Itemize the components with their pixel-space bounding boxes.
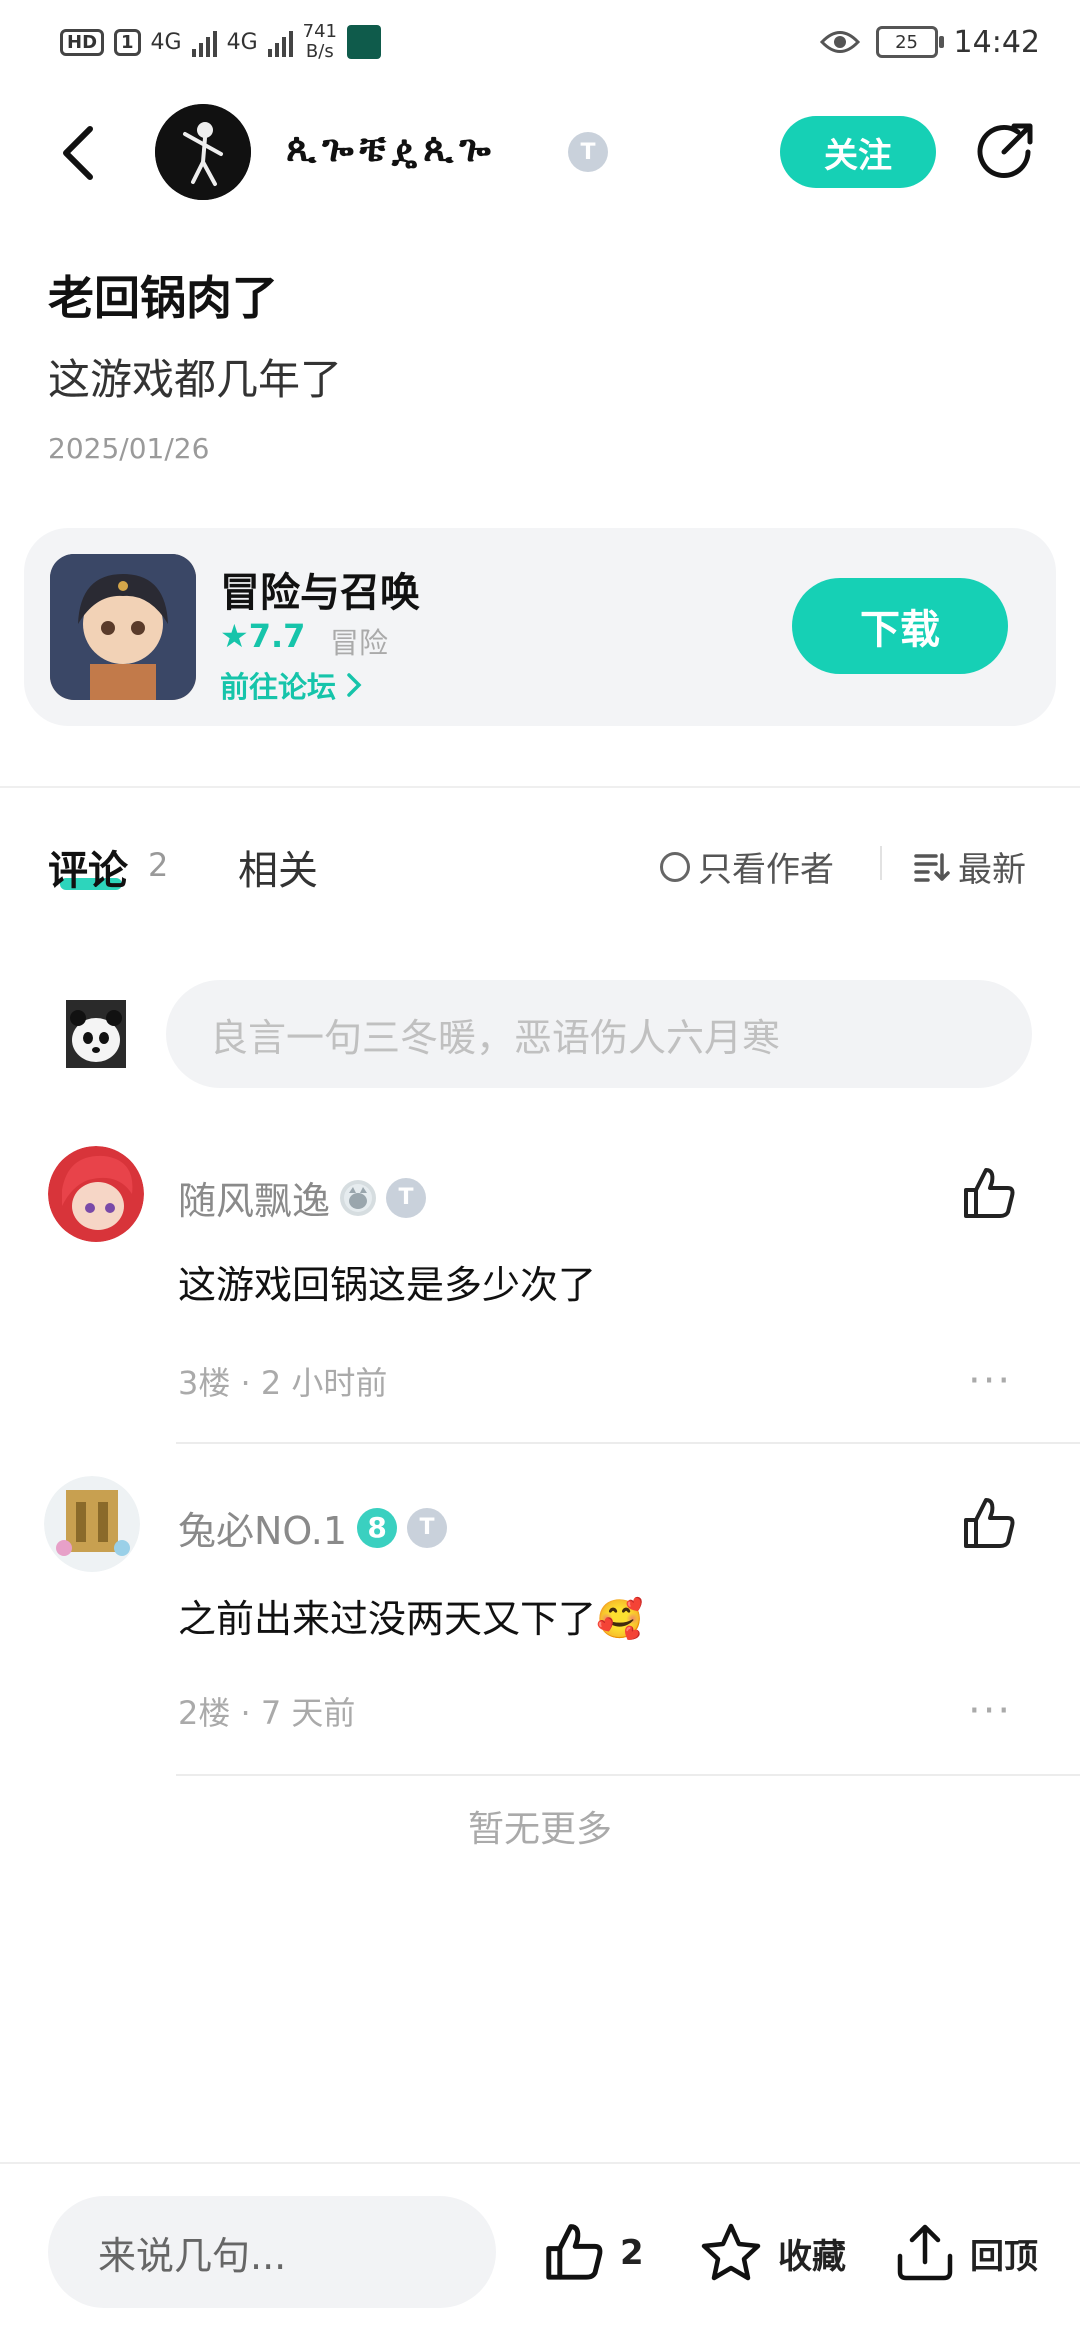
sim-indicator: 1 bbox=[114, 28, 141, 56]
forum-link[interactable]: 前往论坛 bbox=[220, 664, 362, 706]
status-right: 25 14:42 bbox=[819, 20, 1040, 64]
post-like-button[interactable]: 2 bbox=[540, 2218, 644, 2288]
game-icon[interactable] bbox=[50, 554, 196, 700]
commenter-name-row: 兔必NO.1 8 T bbox=[178, 1500, 448, 1555]
panda-avatar-image bbox=[66, 1000, 126, 1068]
author-avatar[interactable] bbox=[155, 104, 251, 200]
battery-level: 25 bbox=[895, 31, 918, 53]
comment-divider bbox=[176, 1774, 1080, 1776]
thumbs-up-icon bbox=[964, 1498, 1015, 1548]
signal-icon-2 bbox=[267, 27, 293, 57]
author-only-toggle[interactable]: 只看作者 bbox=[660, 842, 834, 891]
level-badge: T bbox=[386, 1177, 427, 1218]
collect-label: 收藏 bbox=[778, 2236, 846, 2277]
follow-button[interactable]: 关注 bbox=[780, 116, 936, 188]
network-speed: 741 B/s bbox=[303, 22, 337, 62]
post-date: 2025/01/26 bbox=[48, 432, 210, 465]
speed-value: 741 bbox=[302, 21, 337, 42]
like-button[interactable] bbox=[958, 1494, 1018, 1554]
commenter-avatar[interactable] bbox=[48, 1146, 144, 1242]
upload-arrow-icon bbox=[897, 2224, 953, 2281]
like-count: 2 bbox=[620, 2233, 644, 2273]
star-icon bbox=[701, 2223, 761, 2281]
sort-icon bbox=[914, 852, 950, 882]
thumbs-up-icon bbox=[546, 2224, 603, 2280]
clock: 14:42 bbox=[953, 24, 1040, 60]
game-name[interactable]: 冒险与召唤 bbox=[220, 560, 420, 618]
app-notification-icon bbox=[347, 25, 381, 59]
comment-meta: 2楼 · 7 天前 bbox=[178, 1694, 356, 1732]
status-left: HD 1 4G 4G 741 B/s bbox=[60, 20, 381, 64]
share-button[interactable] bbox=[968, 116, 1040, 188]
red-hair-avatar-image bbox=[48, 1146, 144, 1242]
more-options-button[interactable]: ··· bbox=[968, 1358, 1012, 1404]
collect-button[interactable]: 收藏 bbox=[698, 2218, 846, 2288]
game-character-icon bbox=[50, 554, 196, 700]
chevron-right-icon bbox=[347, 673, 362, 697]
wolf-icon bbox=[344, 1183, 373, 1212]
commenter-name-row: 随风飘逸 T bbox=[178, 1170, 427, 1225]
radio-icon bbox=[660, 851, 690, 882]
eye-icon bbox=[819, 31, 860, 53]
commenter-name[interactable]: 兔必NO.1 bbox=[178, 1500, 347, 1555]
bottom-bar-divider bbox=[0, 2162, 1080, 2164]
post-body: 这游戏都几年了 bbox=[48, 355, 343, 404]
author-level-badge: T bbox=[568, 132, 608, 172]
thumbs-up-icon bbox=[964, 1168, 1015, 1218]
download-button[interactable]: 下载 bbox=[792, 578, 1008, 674]
status-bar: HD 1 4G 4G 741 B/s 25 14:42 bbox=[0, 0, 1080, 84]
game-rating: ★7.7 bbox=[220, 617, 306, 655]
my-avatar[interactable] bbox=[66, 1000, 126, 1068]
back-arrow-icon bbox=[63, 126, 93, 180]
hd-indicator: HD bbox=[60, 28, 105, 56]
commenter-avatar[interactable] bbox=[44, 1476, 140, 1572]
tab-comments[interactable]: 评论 bbox=[48, 838, 128, 896]
signal-icon bbox=[191, 27, 217, 57]
section-divider bbox=[0, 786, 1080, 788]
comment-divider bbox=[176, 1442, 1080, 1444]
back-button[interactable] bbox=[52, 118, 102, 188]
comment-input[interactable]: 良言一句三冬暖，恶语伤人六月寒 bbox=[166, 980, 1032, 1088]
tab-related[interactable]: 相关 bbox=[238, 838, 318, 896]
like-button[interactable] bbox=[958, 1164, 1018, 1224]
level-badge: T bbox=[407, 1507, 448, 1548]
network-type-2: 4G bbox=[226, 29, 258, 55]
wolf-badge-icon bbox=[340, 1179, 377, 1216]
post-title: 老回锅肉了 bbox=[48, 271, 278, 325]
reply-input[interactable]: 来说几句... bbox=[48, 2196, 496, 2308]
comment-text: 之前出来过没两天又下了🥰 bbox=[178, 1597, 644, 1641]
forum-link-label: 前往论坛 bbox=[220, 670, 337, 704]
sort-label: 最新 bbox=[958, 850, 1026, 890]
author-only-label: 只看作者 bbox=[698, 850, 834, 890]
back-to-top-label: 回顶 bbox=[970, 2236, 1038, 2277]
skeleton-avatar-image bbox=[155, 104, 251, 200]
more-options-button[interactable]: ··· bbox=[968, 1688, 1012, 1734]
network-type-1: 4G bbox=[150, 29, 182, 55]
comments-count: 2 bbox=[148, 846, 169, 884]
comment-text: 这游戏回锅这是多少次了 bbox=[178, 1263, 597, 1307]
tab-separator bbox=[880, 846, 882, 880]
battery-icon: 25 bbox=[875, 26, 944, 58]
reply-input-placeholder: 来说几句... bbox=[98, 2233, 287, 2278]
comment-input-placeholder: 良言一句三冬暖，恶语伤人六月寒 bbox=[210, 1015, 781, 1060]
author-name[interactable]: ጲጐቼዼጲጐ bbox=[286, 126, 497, 171]
speed-unit: B/s bbox=[305, 41, 334, 62]
back-to-top-button[interactable]: 回顶 bbox=[894, 2218, 1038, 2288]
level-8-badge: 8 bbox=[357, 1507, 398, 1548]
game-category: 冒险 bbox=[330, 626, 389, 660]
share-icon bbox=[977, 123, 1033, 178]
no-more-label: 暂无更多 bbox=[467, 1809, 612, 1850]
golden-figure-avatar-image bbox=[44, 1476, 140, 1572]
sort-button[interactable]: 最新 bbox=[914, 842, 1026, 891]
comment-meta: 3楼 · 2 小时前 bbox=[178, 1364, 388, 1402]
commenter-name[interactable]: 随风飘逸 bbox=[178, 1170, 330, 1225]
